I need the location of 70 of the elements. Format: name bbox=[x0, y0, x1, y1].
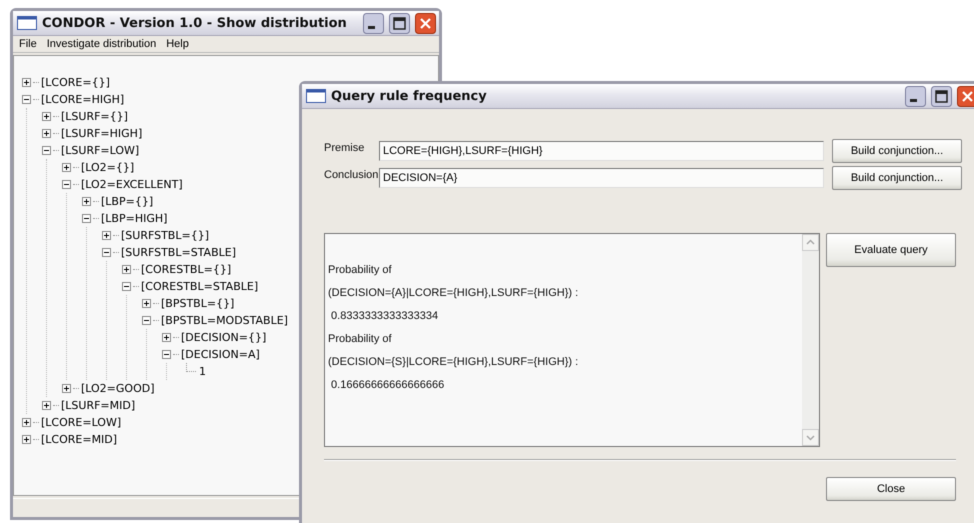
close-dialog-button[interactable]: Close bbox=[826, 477, 956, 501]
output-line: Probability of bbox=[328, 264, 393, 276]
output-line: (DECISION={S}|LCORE={HIGH},LSURF={HIGH}) : bbox=[328, 356, 580, 368]
tree-node[interactable]: 1 bbox=[199, 365, 206, 378]
field-label: Premise bbox=[324, 142, 366, 154]
minimize-button[interactable] bbox=[363, 12, 384, 34]
minus-icon[interactable] bbox=[62, 180, 71, 189]
evaluate-button[interactable]: Evaluate query bbox=[826, 233, 956, 267]
tree-node[interactable]: [LSURF=MID] bbox=[61, 399, 136, 412]
tree-node[interactable]: [CORESTBL={}] bbox=[141, 263, 232, 276]
plus-icon[interactable] bbox=[22, 418, 31, 427]
plus-icon[interactable] bbox=[22, 435, 31, 444]
tree-node[interactable]: [LCORE={}] bbox=[41, 76, 110, 89]
plus-icon[interactable] bbox=[102, 231, 111, 240]
minus-icon[interactable] bbox=[122, 282, 131, 291]
minus-icon[interactable] bbox=[162, 350, 171, 359]
minus-icon[interactable] bbox=[82, 214, 91, 223]
tree-node[interactable]: [BPSTBL={}] bbox=[161, 297, 234, 310]
output-line: 0.8333333333333334 bbox=[330, 310, 440, 322]
plus-icon[interactable] bbox=[22, 78, 31, 87]
tree-node[interactable]: [LCORE=HIGH] bbox=[41, 93, 124, 106]
build-button[interactable]: Build conjunction... bbox=[832, 138, 962, 162]
field-label: Conclusion bbox=[324, 168, 379, 180]
tree-node[interactable]: [LO2=GOOD] bbox=[81, 382, 155, 395]
tree-node[interactable]: [LBP=HIGH] bbox=[101, 212, 168, 225]
plus-icon[interactable] bbox=[142, 299, 151, 308]
plus-icon[interactable] bbox=[122, 265, 131, 274]
input-field[interactable]: LCORE={HIGH},LSURF={HIGH} bbox=[379, 140, 824, 160]
build-button[interactable]: Build conjunction... bbox=[832, 166, 962, 190]
plus-icon[interactable] bbox=[62, 384, 71, 393]
input-field[interactable]: DECISION={A} bbox=[379, 168, 824, 188]
tree-node[interactable]: [LBP={}] bbox=[101, 195, 154, 208]
maximize-button[interactable] bbox=[389, 12, 410, 34]
tree-node[interactable]: [LSURF=LOW] bbox=[61, 144, 140, 157]
maximize-button[interactable] bbox=[931, 86, 952, 106]
tree-node[interactable]: [LO2=EXCELLENT] bbox=[81, 178, 183, 191]
plus-icon[interactable] bbox=[162, 333, 171, 342]
menu-item[interactable]: File bbox=[19, 38, 37, 50]
minimize-button[interactable] bbox=[905, 86, 926, 106]
menu-item[interactable]: Help bbox=[166, 38, 189, 50]
minus-icon[interactable] bbox=[102, 248, 111, 257]
close-button[interactable] bbox=[415, 12, 436, 34]
tree-node[interactable]: [SURFSTBL={}] bbox=[121, 229, 209, 242]
output-line: (DECISION={A}|LCORE={HIGH},LSURF={HIGH}) : bbox=[328, 287, 580, 299]
plus-icon[interactable] bbox=[62, 163, 71, 172]
plus-icon[interactable] bbox=[42, 129, 51, 138]
minus-icon[interactable] bbox=[22, 95, 31, 104]
tree-node[interactable]: [LO2={}] bbox=[81, 161, 134, 174]
plus-icon[interactable] bbox=[42, 401, 51, 410]
plus-icon[interactable] bbox=[42, 112, 51, 121]
menu-item[interactable]: Investigate distribution bbox=[46, 38, 156, 50]
window-title: CONDOR - Version 1.0 - Show distribution bbox=[42, 16, 348, 30]
output-line: 0.16666666666666666 bbox=[330, 379, 446, 391]
plus-icon[interactable] bbox=[82, 197, 91, 206]
output-line: Probability of bbox=[328, 333, 393, 345]
window-icon bbox=[17, 16, 37, 30]
minus-icon[interactable] bbox=[142, 316, 151, 325]
tree-node[interactable]: [DECISION={}] bbox=[181, 331, 266, 344]
tree-node[interactable]: [LCORE=LOW] bbox=[41, 416, 122, 429]
tree-node[interactable]: [LCORE=MID] bbox=[41, 433, 118, 446]
tree-node[interactable]: [CORESTBL=STABLE] bbox=[141, 280, 258, 293]
window-icon bbox=[306, 89, 326, 103]
tree-node[interactable]: [LSURF=HIGH] bbox=[61, 127, 142, 140]
tree-node[interactable]: [LSURF={}] bbox=[61, 110, 128, 123]
close-button[interactable] bbox=[957, 86, 974, 106]
tree-node[interactable]: [SURFSTBL=STABLE] bbox=[121, 246, 236, 259]
tree-node[interactable]: [DECISION=A] bbox=[181, 348, 260, 361]
minus-icon[interactable] bbox=[42, 146, 51, 155]
tree-node[interactable]: [BPSTBL=MODSTABLE] bbox=[161, 314, 288, 327]
window-title: Query rule frequency bbox=[331, 88, 488, 104]
